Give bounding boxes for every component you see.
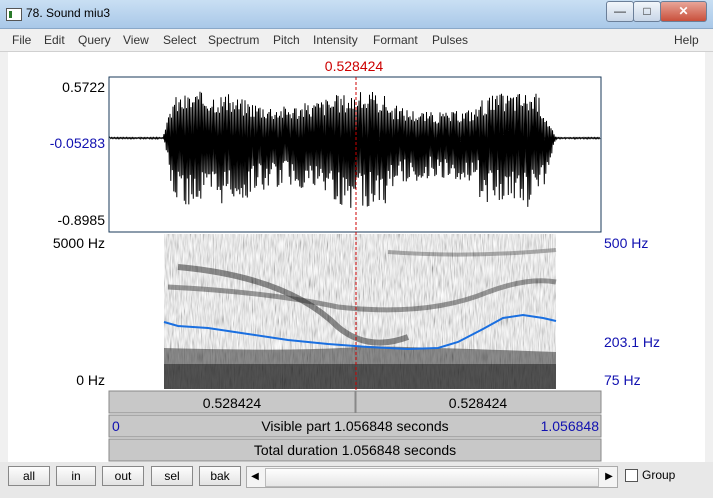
menu-bar: File Edit Query View Select Spectrum Pit…	[0, 29, 713, 52]
scroll-left-icon[interactable]: ◀	[248, 469, 262, 485]
pitch-value-label: 203.1 Hz	[604, 334, 660, 350]
zoom-out-button[interactable]: out	[102, 466, 144, 486]
spectrogram-bottom-label: 0 Hz	[76, 372, 105, 388]
zoom-in-button[interactable]: in	[56, 466, 96, 486]
close-button[interactable]: ✕	[660, 1, 707, 22]
menu-edit[interactable]: Edit	[44, 33, 65, 47]
menu-pitch[interactable]: Pitch	[273, 33, 300, 47]
menu-select[interactable]: Select	[163, 33, 196, 47]
spectrogram-top-label: 5000 Hz	[53, 235, 105, 251]
visible-end-label: 1.056848	[541, 418, 600, 434]
horizontal-scrollbar[interactable]: ◀ ▶	[246, 466, 618, 488]
maximize-button[interactable]: □	[633, 1, 661, 22]
window-title: 78. Sound miu3	[26, 6, 111, 20]
bottom-toolbar: all in out sel bak ◀ ▶ Group	[0, 462, 713, 498]
pitch-top-label: 500 Hz	[604, 235, 648, 251]
group-label: Group	[642, 468, 676, 482]
group-checkbox[interactable]	[625, 469, 638, 482]
minimize-button[interactable]: —	[606, 1, 634, 22]
cursor-left-time: 0.528424	[203, 395, 262, 411]
waveform-zero-label: -0.05283	[50, 135, 105, 151]
waveform-max-label: 0.5722	[62, 79, 105, 95]
sound-editor-canvas[interactable]: 0.528424 0.5722 -0.05283 -0.8985 5000 Hz…	[8, 52, 705, 462]
menu-intensity[interactable]: Intensity	[313, 33, 358, 47]
scroll-right-icon[interactable]: ▶	[602, 469, 616, 485]
total-duration-label: Total duration 1.056848 seconds	[254, 442, 456, 458]
menu-spectrum[interactable]: Spectrum	[208, 33, 259, 47]
menu-query[interactable]: Query	[78, 33, 111, 47]
zoom-all-button[interactable]: all	[8, 466, 50, 486]
cursor-right-time: 0.528424	[449, 395, 508, 411]
praat-window-icon	[6, 8, 22, 21]
zoom-back-button[interactable]: bak	[199, 466, 241, 486]
spectrogram-image	[164, 234, 557, 389]
cursor-time-label: 0.528424	[325, 58, 384, 74]
title-bar: 78. Sound miu3 — □ ✕	[0, 0, 713, 29]
waveform-min-label: -0.8985	[58, 212, 106, 228]
menu-file[interactable]: File	[12, 33, 31, 47]
visible-start-label: 0	[112, 418, 120, 434]
pitch-bottom-label: 75 Hz	[604, 372, 641, 388]
menu-view[interactable]: View	[123, 33, 149, 47]
scroll-thumb[interactable]	[265, 468, 599, 487]
zoom-selection-button[interactable]: sel	[151, 466, 193, 486]
menu-pulses[interactable]: Pulses	[432, 33, 468, 47]
menu-formant[interactable]: Formant	[373, 33, 418, 47]
visible-part-label: Visible part 1.056848 seconds	[261, 418, 448, 434]
menu-help[interactable]: Help	[674, 33, 699, 47]
